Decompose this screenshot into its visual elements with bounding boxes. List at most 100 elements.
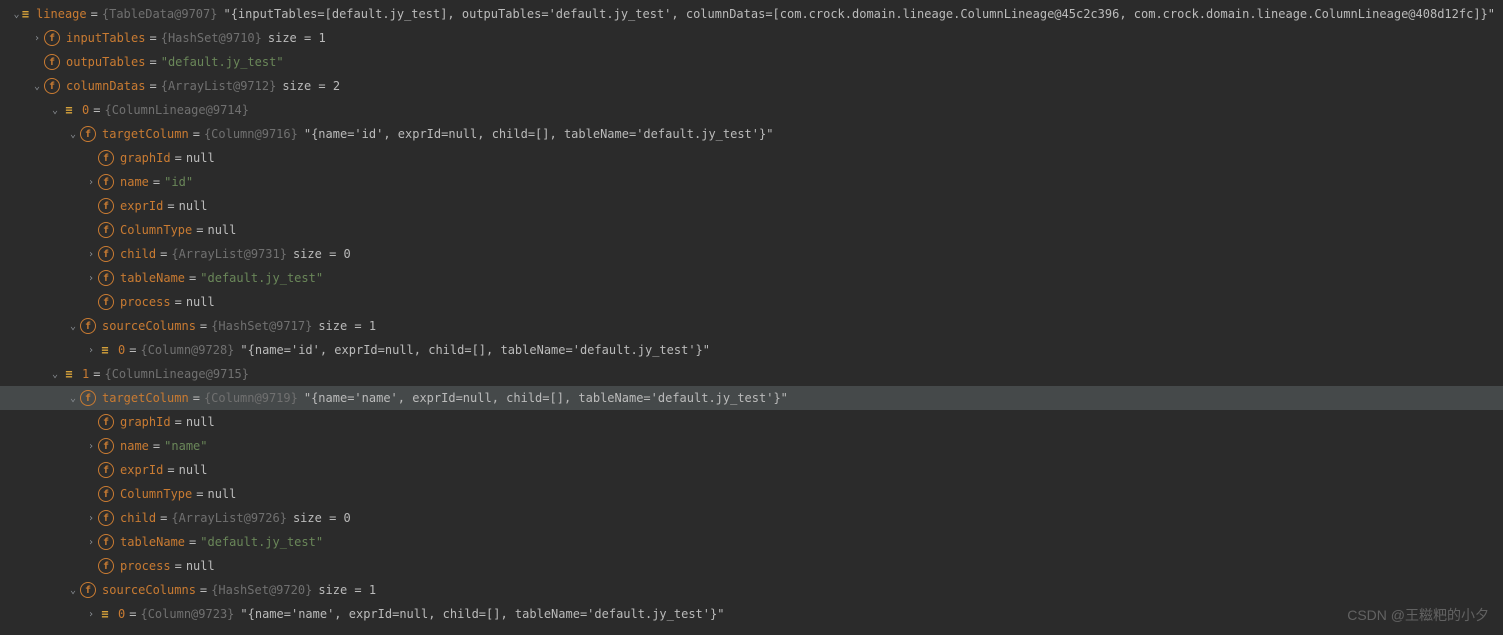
chevron-right-icon[interactable]: › — [84, 345, 98, 356]
equals-sign: = — [167, 199, 174, 213]
object-summary: "{name='id', exprId=null, child=[], tabl… — [304, 127, 774, 141]
tree-row[interactable]: ›fname = "name" — [0, 434, 1503, 458]
variable-name: lineage — [36, 7, 87, 21]
field-icon: f — [98, 438, 114, 454]
variable-name: sourceColumns — [102, 319, 196, 333]
equals-sign: = — [149, 31, 156, 45]
field-icon: f — [98, 486, 114, 502]
equals-sign: = — [175, 151, 182, 165]
tree-row[interactable]: ·fprocess = null — [0, 554, 1503, 578]
tree-row[interactable]: ·fColumnType = null — [0, 482, 1503, 506]
collection-size: size = 1 — [268, 31, 326, 45]
tree-row[interactable]: ⌄fsourceColumns = {HashSet@9717}size = 1 — [0, 314, 1503, 338]
variable-name: 0 — [82, 103, 89, 117]
tree-row[interactable]: ·fexprId = null — [0, 458, 1503, 482]
variable-name: 0 — [118, 607, 125, 621]
chevron-down-icon[interactable]: ⌄ — [66, 321, 80, 332]
tree-row[interactable]: ⌄ftargetColumn = {Column@9719}"{name='na… — [0, 386, 1503, 410]
value: null — [186, 295, 215, 309]
variable-name: name — [120, 175, 149, 189]
field-icon: f — [80, 126, 96, 142]
chevron-right-icon[interactable]: › — [84, 273, 98, 284]
tree-row[interactable]: ⌄≡1 = {ColumnLineage@9715} — [0, 362, 1503, 386]
equals-sign: = — [91, 7, 98, 21]
object-reference: {HashSet@9717} — [211, 319, 312, 333]
object-icon: ≡ — [98, 343, 112, 357]
tree-row[interactable]: ⌄≡0 = {ColumnLineage@9714} — [0, 98, 1503, 122]
object-reference: {Column@9716} — [204, 127, 298, 141]
chevron-right-icon[interactable]: › — [84, 609, 98, 620]
chevron-down-icon[interactable]: ⌄ — [12, 9, 21, 20]
tree-row[interactable]: ·fexprId = null — [0, 194, 1503, 218]
variable-name: sourceColumns — [102, 583, 196, 597]
tree-row[interactable]: ›fname = "id" — [0, 170, 1503, 194]
field-icon: f — [44, 54, 60, 70]
chevron-right-icon[interactable]: › — [84, 249, 98, 260]
value: null — [179, 199, 208, 213]
string-value: "default.jy_test" — [200, 535, 323, 549]
chevron-down-icon[interactable]: ⌄ — [48, 369, 62, 380]
tree-row[interactable]: ›finputTables = {HashSet@9710}size = 1 — [0, 26, 1503, 50]
string-value: "default.jy_test" — [200, 271, 323, 285]
variable-name: outpuTables — [66, 55, 145, 69]
value: null — [186, 151, 215, 165]
tree-row[interactable]: ›ftableName = "default.jy_test" — [0, 530, 1503, 554]
equals-sign: = — [129, 343, 136, 357]
collection-size: size = 1 — [318, 319, 376, 333]
field-icon: f — [98, 174, 114, 190]
variable-name: 0 — [118, 343, 125, 357]
object-reference: {Column@9719} — [204, 391, 298, 405]
object-reference: {Column@9723} — [140, 607, 234, 621]
tree-row[interactable]: ›≡0 = {Column@9728}"{name='id', exprId=n… — [0, 338, 1503, 362]
equals-sign: = — [129, 607, 136, 621]
string-value: "name" — [164, 439, 207, 453]
chevron-down-icon[interactable]: ⌄ — [66, 129, 80, 140]
debugger-variables-tree[interactable]: ⌄≡lineage = {TableData@9707}"{inputTable… — [0, 0, 1503, 626]
chevron-right-icon[interactable]: › — [30, 33, 44, 44]
tree-row[interactable]: ›ftableName = "default.jy_test" — [0, 266, 1503, 290]
field-icon: f — [44, 78, 60, 94]
equals-sign: = — [149, 79, 156, 93]
chevron-down-icon[interactable]: ⌄ — [66, 393, 80, 404]
object-icon: ≡ — [21, 7, 30, 21]
object-icon: ≡ — [62, 103, 76, 117]
tree-row[interactable]: ›fchild = {ArrayList@9731}size = 0 — [0, 242, 1503, 266]
equals-sign: = — [167, 463, 174, 477]
tree-row[interactable]: ›fchild = {ArrayList@9726}size = 0 — [0, 506, 1503, 530]
tree-row[interactable]: ·fColumnType = null — [0, 218, 1503, 242]
variable-name: tableName — [120, 535, 185, 549]
field-icon: f — [80, 390, 96, 406]
object-icon: ≡ — [62, 367, 76, 381]
equals-sign: = — [175, 415, 182, 429]
collection-size: size = 1 — [318, 583, 376, 597]
tree-row[interactable]: ·foutpuTables = "default.jy_test" — [0, 50, 1503, 74]
tree-row[interactable]: ⌄ftargetColumn = {Column@9716}"{name='id… — [0, 122, 1503, 146]
variable-name: child — [120, 511, 156, 525]
equals-sign: = — [175, 295, 182, 309]
chevron-down-icon[interactable]: ⌄ — [66, 585, 80, 596]
chevron-right-icon[interactable]: › — [84, 513, 98, 524]
chevron-down-icon[interactable]: ⌄ — [30, 81, 44, 92]
tree-row[interactable]: ⌄fsourceColumns = {HashSet@9720}size = 1 — [0, 578, 1503, 602]
tree-row[interactable]: ⌄fcolumnDatas = {ArrayList@9712}size = 2 — [0, 74, 1503, 98]
tree-row[interactable]: ·fprocess = null — [0, 290, 1503, 314]
variable-name: 1 — [82, 367, 89, 381]
tree-row[interactable]: ›≡0 = {Column@9723}"{name='name', exprId… — [0, 602, 1503, 626]
value: null — [186, 415, 215, 429]
chevron-down-icon[interactable]: ⌄ — [48, 105, 62, 116]
tree-row[interactable]: ·fgraphId = null — [0, 410, 1503, 434]
variable-name: child — [120, 247, 156, 261]
chevron-right-icon[interactable]: › — [84, 441, 98, 452]
equals-sign: = — [149, 55, 156, 69]
variable-name: targetColumn — [102, 391, 189, 405]
tree-row[interactable]: ·fgraphId = null — [0, 146, 1503, 170]
variable-name: name — [120, 439, 149, 453]
object-reference: {ArrayList@9726} — [171, 511, 287, 525]
field-icon: f — [98, 150, 114, 166]
field-icon: f — [98, 534, 114, 550]
object-reference: {ColumnLineage@9714} — [104, 103, 249, 117]
variable-name: graphId — [120, 151, 171, 165]
chevron-right-icon[interactable]: › — [84, 177, 98, 188]
chevron-right-icon[interactable]: › — [84, 537, 98, 548]
tree-row[interactable]: ⌄≡lineage = {TableData@9707}"{inputTable… — [0, 2, 1503, 26]
